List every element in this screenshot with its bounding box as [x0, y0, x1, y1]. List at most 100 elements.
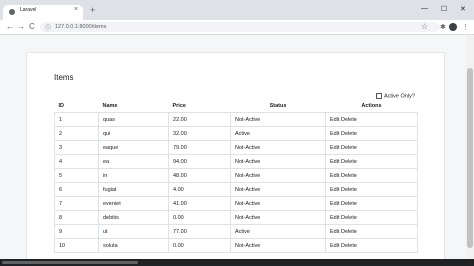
table-header-row: ID Name Price Status Actions — [54, 100, 418, 113]
edit-link[interactable]: Edit — [330, 145, 339, 151]
header-actions: Actions — [325, 100, 418, 113]
vertical-scrollbar[interactable] — [466, 35, 474, 259]
table-row: 3 eaque 79.00 Not-Active Edit Delete — [54, 140, 418, 155]
reload-icon[interactable]: C — [29, 22, 35, 31]
table-row: 10 soluta 0.00 Not-Active Edit Delete — [54, 238, 418, 253]
cell-status: Not-Active — [230, 182, 326, 197]
tab-laravel[interactable]: Laravel × — [3, 5, 83, 20]
table-row: 8 debitis 0.00 Not-Active Edit Delete — [54, 210, 418, 225]
cell-price: 41.00 — [168, 196, 231, 211]
cell-price: 4.00 — [168, 182, 231, 197]
edit-link[interactable]: Edit — [330, 173, 339, 179]
minimize-button[interactable]: — — [421, 5, 428, 12]
table-row: 1 quas 22.00 Not-Active Edit Delete — [54, 112, 418, 127]
cell-name: ut — [98, 224, 169, 239]
cell-id: 2 — [54, 126, 99, 141]
browser-window: Laravel × + — ☐ ✕ ← → C ⓘ 127.0.0.1:8000… — [0, 0, 474, 266]
delete-link[interactable]: Delete — [341, 131, 357, 137]
delete-link[interactable]: Delete — [341, 201, 357, 207]
edit-link[interactable]: Edit — [330, 187, 339, 193]
delete-link[interactable]: Delete — [341, 173, 357, 179]
cell-price: 0.00 — [168, 210, 231, 225]
tab-strip: Laravel × + — ☐ ✕ — [0, 0, 474, 20]
cell-id: 3 — [54, 140, 99, 155]
cell-status: Active — [230, 126, 326, 141]
items-card: Items Active Only? ID Name Price Status … — [26, 52, 445, 259]
delete-link[interactable]: Delete — [341, 117, 357, 123]
close-window-button[interactable]: ✕ — [460, 5, 466, 13]
puzzle-icon[interactable]: ✱ — [440, 23, 446, 31]
delete-link[interactable]: Delete — [341, 243, 357, 249]
cell-status: Not-Active — [230, 238, 326, 253]
globe-icon — [9, 9, 15, 15]
cell-status: Not-Active — [230, 154, 326, 169]
cell-id: 9 — [54, 224, 99, 239]
new-tab-button[interactable]: + — [90, 6, 95, 15]
back-icon[interactable]: ← — [6, 22, 14, 31]
address-bar[interactable]: ⓘ 127.0.0.1:8000/items ☆ — [40, 22, 440, 32]
profile-avatar[interactable] — [449, 23, 457, 31]
cell-actions: Edit Delete — [325, 224, 418, 239]
cell-price: 48.00 — [168, 168, 231, 183]
tab-close-icon[interactable]: × — [74, 6, 78, 13]
cell-name: eveniet — [98, 196, 169, 211]
edit-link[interactable]: Edit — [330, 243, 339, 249]
cell-actions: Edit Delete — [325, 112, 418, 127]
delete-link[interactable]: Delete — [341, 215, 357, 221]
cell-status: Not-Active — [230, 168, 326, 183]
cell-status: Not-Active — [230, 196, 326, 211]
header-name: Name — [98, 100, 169, 113]
cell-price: 32.00 — [168, 126, 231, 141]
header-price: Price — [168, 100, 231, 113]
cell-actions: Edit Delete — [325, 168, 418, 183]
cell-actions: Edit Delete — [325, 126, 418, 141]
edit-link[interactable]: Edit — [330, 117, 339, 123]
horizontal-scroll-thumb[interactable] — [2, 261, 138, 264]
delete-link[interactable]: Delete — [341, 159, 357, 165]
horizontal-scrollbar[interactable] — [0, 259, 474, 266]
forward-icon[interactable]: → — [17, 22, 25, 31]
table-body: 1 quas 22.00 Not-Active Edit Delete 2 qui 32.00… — [54, 112, 418, 253]
delete-link[interactable]: Delete — [341, 187, 357, 193]
active-only-filter[interactable]: Active Only? — [376, 93, 415, 99]
table-row: 2 qui 32.00 Active Edit Delete — [54, 126, 418, 141]
cell-name: fugiat — [98, 182, 169, 197]
edit-link[interactable]: Edit — [330, 229, 339, 235]
info-icon: ⓘ — [45, 26, 52, 32]
table-row: 9 ut 77.00 Active Edit Delete — [54, 224, 418, 239]
table-row: 7 eveniet 41.00 Not-Active Edit Delete — [54, 196, 418, 211]
active-only-checkbox[interactable] — [376, 93, 382, 99]
active-only-label: Active Only? — [384, 93, 415, 100]
cell-id: 5 — [54, 168, 99, 183]
menu-icon[interactable]: ⋮ — [462, 23, 469, 31]
browser-toolbar: ← → C ⓘ 127.0.0.1:8000/items ☆ ✱ ⋮ — [0, 20, 474, 35]
table-row: 5 in 48.00 Not-Active Edit Delete — [54, 168, 418, 183]
edit-link[interactable]: Edit — [330, 215, 339, 221]
cell-name: soluta — [98, 238, 169, 253]
bookmark-star-icon[interactable]: ☆ — [421, 22, 428, 31]
cell-price: 77.00 — [168, 224, 231, 239]
cell-price: 79.00 — [168, 140, 231, 155]
cell-name: quas — [98, 112, 169, 127]
cell-actions: Edit Delete — [325, 154, 418, 169]
cell-id: 7 — [54, 196, 99, 211]
cell-name: qui — [98, 126, 169, 141]
edit-link[interactable]: Edit — [330, 131, 339, 137]
cell-price: 94.00 — [168, 154, 231, 169]
cell-price: 22.00 — [168, 112, 231, 127]
maximize-button[interactable]: ☐ — [441, 5, 447, 13]
edit-link[interactable]: Edit — [330, 201, 339, 207]
cell-actions: Edit Delete — [325, 196, 418, 211]
cell-status: Active — [230, 224, 326, 239]
page-title: Items — [54, 73, 74, 82]
delete-link[interactable]: Delete — [341, 145, 357, 151]
delete-link[interactable]: Delete — [341, 229, 357, 235]
edit-link[interactable]: Edit — [330, 159, 339, 165]
cell-actions: Edit Delete — [325, 182, 418, 197]
cell-id: 1 — [54, 112, 99, 127]
url-text[interactable]: 127.0.0.1:8000/items — [55, 24, 106, 30]
cell-id: 10 — [54, 238, 99, 253]
cell-name: eaque — [98, 140, 169, 155]
cell-name: debitis — [98, 210, 169, 225]
vertical-scroll-thumb[interactable] — [467, 68, 473, 248]
